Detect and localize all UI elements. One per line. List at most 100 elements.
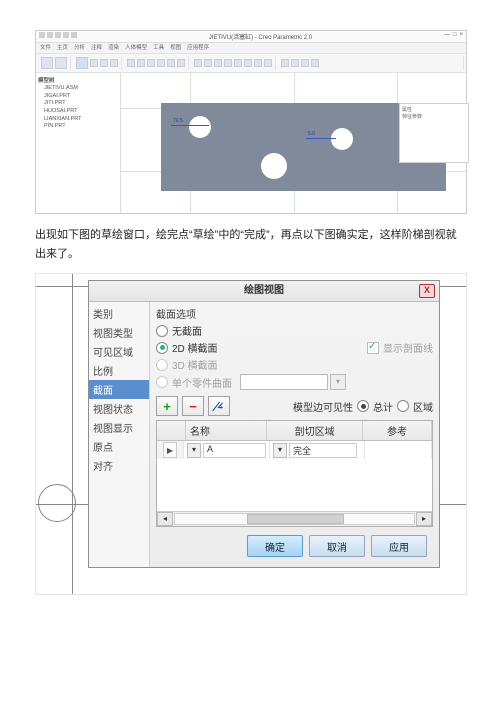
section-region-field[interactable]: 完全 bbox=[289, 443, 357, 458]
remove-button[interactable]: − bbox=[182, 396, 204, 416]
horizontal-scrollbar[interactable]: ◂ ▸ bbox=[157, 511, 432, 526]
menu-analysis[interactable]: 分析 bbox=[74, 43, 85, 51]
cad-menubar: 文件 主页 分析 注释 渲染 人体模型 工具 视图 应用程序 bbox=[36, 43, 466, 54]
menu-manikin[interactable]: 人体模型 bbox=[125, 43, 147, 51]
tree-item[interactable]: JITI.PRT bbox=[38, 100, 118, 108]
radio-single-surface-label: 单个零件曲面 bbox=[172, 375, 232, 390]
edit-hatch-button[interactable]: ∕∡ bbox=[208, 396, 230, 416]
ribbon-icon[interactable] bbox=[110, 59, 118, 67]
single-surface-field bbox=[240, 374, 328, 390]
cad-ribbon bbox=[36, 54, 466, 73]
tab-section[interactable]: 截面 bbox=[89, 380, 149, 399]
tree-item[interactable]: JIGAI.PRT bbox=[38, 93, 118, 101]
ribbon-icon[interactable] bbox=[234, 59, 242, 67]
menu-annotate[interactable]: 注释 bbox=[91, 43, 102, 51]
scroll-thumb[interactable] bbox=[247, 514, 345, 524]
table-row[interactable]: ▶ ▾ A ▾ 完全 bbox=[157, 441, 432, 459]
apply-button[interactable]: 应用 bbox=[371, 535, 427, 557]
ribbon-icon[interactable] bbox=[147, 59, 155, 67]
instruction-text: 出现如下图的草绘窗口，绘完点“草绘”中的“完成”，再点以下图确实定，这样阶梯剖视… bbox=[35, 226, 465, 263]
tree-item[interactable]: LIANXIAN.PRT bbox=[38, 116, 118, 124]
close-button[interactable]: X bbox=[419, 284, 435, 298]
tree-item[interactable]: PIN.PRT bbox=[38, 123, 118, 131]
tab-view-state[interactable]: 视图状态 bbox=[89, 399, 149, 418]
menu-home[interactable]: 主页 bbox=[57, 43, 68, 51]
app-title: JIETIVU(活塞缸) - Creo Parametric 2.0 bbox=[209, 32, 312, 41]
menu-tools[interactable]: 工具 bbox=[153, 43, 164, 51]
ribbon-icon[interactable] bbox=[100, 59, 108, 67]
ribbon-icon[interactable] bbox=[301, 59, 309, 67]
maximize-icon[interactable]: □ bbox=[453, 32, 457, 41]
radio-total-label: 总计 bbox=[373, 399, 393, 414]
radio-3d-section-label: 3D 横截面 bbox=[172, 357, 218, 372]
ribbon-icon[interactable] bbox=[41, 57, 53, 69]
ribbon-icon[interactable] bbox=[137, 59, 145, 67]
dimension[interactable]: 70.5 bbox=[171, 125, 209, 126]
section-name-field[interactable]: A bbox=[203, 443, 266, 458]
radio-area-label: 区域 bbox=[413, 399, 433, 414]
ribbon-icon[interactable] bbox=[264, 59, 272, 67]
tree-item[interactable]: JIETIVU.ASM bbox=[38, 85, 118, 93]
ribbon-icon[interactable] bbox=[311, 59, 319, 67]
tab-alignment[interactable]: 对齐 bbox=[89, 456, 149, 475]
ribbon-icon[interactable] bbox=[55, 57, 67, 69]
radio-2d-section-label: 2D 横截面 bbox=[172, 340, 218, 355]
ribbon-icon[interactable] bbox=[127, 59, 135, 67]
dropdown-arrow-icon[interactable]: ▾ bbox=[273, 443, 287, 458]
qat-icon bbox=[71, 32, 77, 38]
tab-origin[interactable]: 原点 bbox=[89, 437, 149, 456]
menu-view[interactable]: 视图 bbox=[170, 43, 181, 51]
show-xhatch-checkbox: 显示剖面线 bbox=[367, 340, 433, 355]
prop-item: 特征参数 bbox=[402, 113, 466, 120]
ribbon-icon[interactable] bbox=[194, 59, 202, 67]
scroll-left-icon[interactable]: ◂ bbox=[157, 512, 173, 526]
th-region[interactable]: 剖切区域 bbox=[267, 421, 363, 440]
menu-render[interactable]: 渲染 bbox=[108, 43, 119, 51]
tree-item[interactable]: HUOSAI.PRT bbox=[38, 108, 118, 116]
cad-app-window: JIETIVU(活塞缸) - Creo Parametric 2.0 — □ ×… bbox=[35, 30, 467, 214]
drawing-canvas[interactable]: 70.5 5.0 属性 特征参数 bbox=[121, 73, 466, 213]
tab-view-type[interactable]: 视图类型 bbox=[89, 323, 149, 342]
qat-icon bbox=[47, 32, 53, 38]
radio-no-section[interactable] bbox=[156, 325, 168, 337]
th-name[interactable]: 名称 bbox=[186, 421, 267, 440]
close-icon[interactable]: × bbox=[459, 32, 463, 41]
dialog-stage: 绘图视图 X 类别 视图类型 可见区域 比例 截面 视图状态 视图显示 原点 对… bbox=[35, 273, 467, 595]
ribbon-icon[interactable] bbox=[90, 59, 98, 67]
tab-view-display[interactable]: 视图显示 bbox=[89, 418, 149, 437]
dialog-title-bar[interactable]: 绘图视图 X bbox=[89, 281, 439, 302]
arrow-cursor-icon[interactable] bbox=[76, 57, 88, 69]
ribbon-icon[interactable] bbox=[167, 59, 175, 67]
model-tree[interactable]: 模型树 JIETIVU.ASM JIGAI.PRT JITI.PRT HUOSA… bbox=[36, 73, 121, 213]
dropdown-arrow-icon[interactable]: ▾ bbox=[187, 443, 201, 458]
dimension[interactable]: 5.0 bbox=[306, 138, 336, 139]
cancel-button[interactable]: 取消 bbox=[309, 535, 365, 557]
ribbon-icon[interactable] bbox=[224, 59, 232, 67]
ok-button[interactable]: 确定 bbox=[247, 535, 303, 557]
ribbon-icon[interactable] bbox=[291, 59, 299, 67]
properties-panel[interactable]: 属性 特征参数 bbox=[399, 103, 469, 163]
menu-file[interactable]: 文件 bbox=[40, 43, 51, 51]
cad-titlebar: JIETIVU(活塞缸) - Creo Parametric 2.0 — □ × bbox=[36, 31, 466, 43]
ribbon-icon[interactable] bbox=[254, 59, 262, 67]
row-selector-icon[interactable]: ▶ bbox=[163, 442, 177, 458]
th-ref[interactable]: 参考 bbox=[363, 421, 432, 440]
drawing-view-dialog: 绘图视图 X 类别 视图类型 可见区域 比例 截面 视图状态 视图显示 原点 对… bbox=[88, 280, 440, 568]
tab-scale[interactable]: 比例 bbox=[89, 361, 149, 380]
add-button[interactable]: + bbox=[156, 396, 178, 416]
menu-apps[interactable]: 应用程序 bbox=[187, 43, 209, 51]
checkbox-icon bbox=[367, 342, 379, 354]
radio-total[interactable] bbox=[357, 400, 369, 412]
radio-area[interactable] bbox=[397, 400, 409, 412]
scroll-track[interactable] bbox=[174, 513, 415, 525]
ribbon-icon[interactable] bbox=[281, 59, 289, 67]
ribbon-icon[interactable] bbox=[177, 59, 185, 67]
tab-visible-area[interactable]: 可见区域 bbox=[89, 342, 149, 361]
radio-2d-section[interactable] bbox=[156, 342, 168, 354]
ribbon-icon[interactable] bbox=[204, 59, 212, 67]
minimize-icon[interactable]: — bbox=[444, 32, 450, 41]
ribbon-icon[interactable] bbox=[214, 59, 222, 67]
ribbon-icon[interactable] bbox=[157, 59, 165, 67]
scroll-right-icon[interactable]: ▸ bbox=[416, 512, 432, 526]
ribbon-icon[interactable] bbox=[244, 59, 252, 67]
